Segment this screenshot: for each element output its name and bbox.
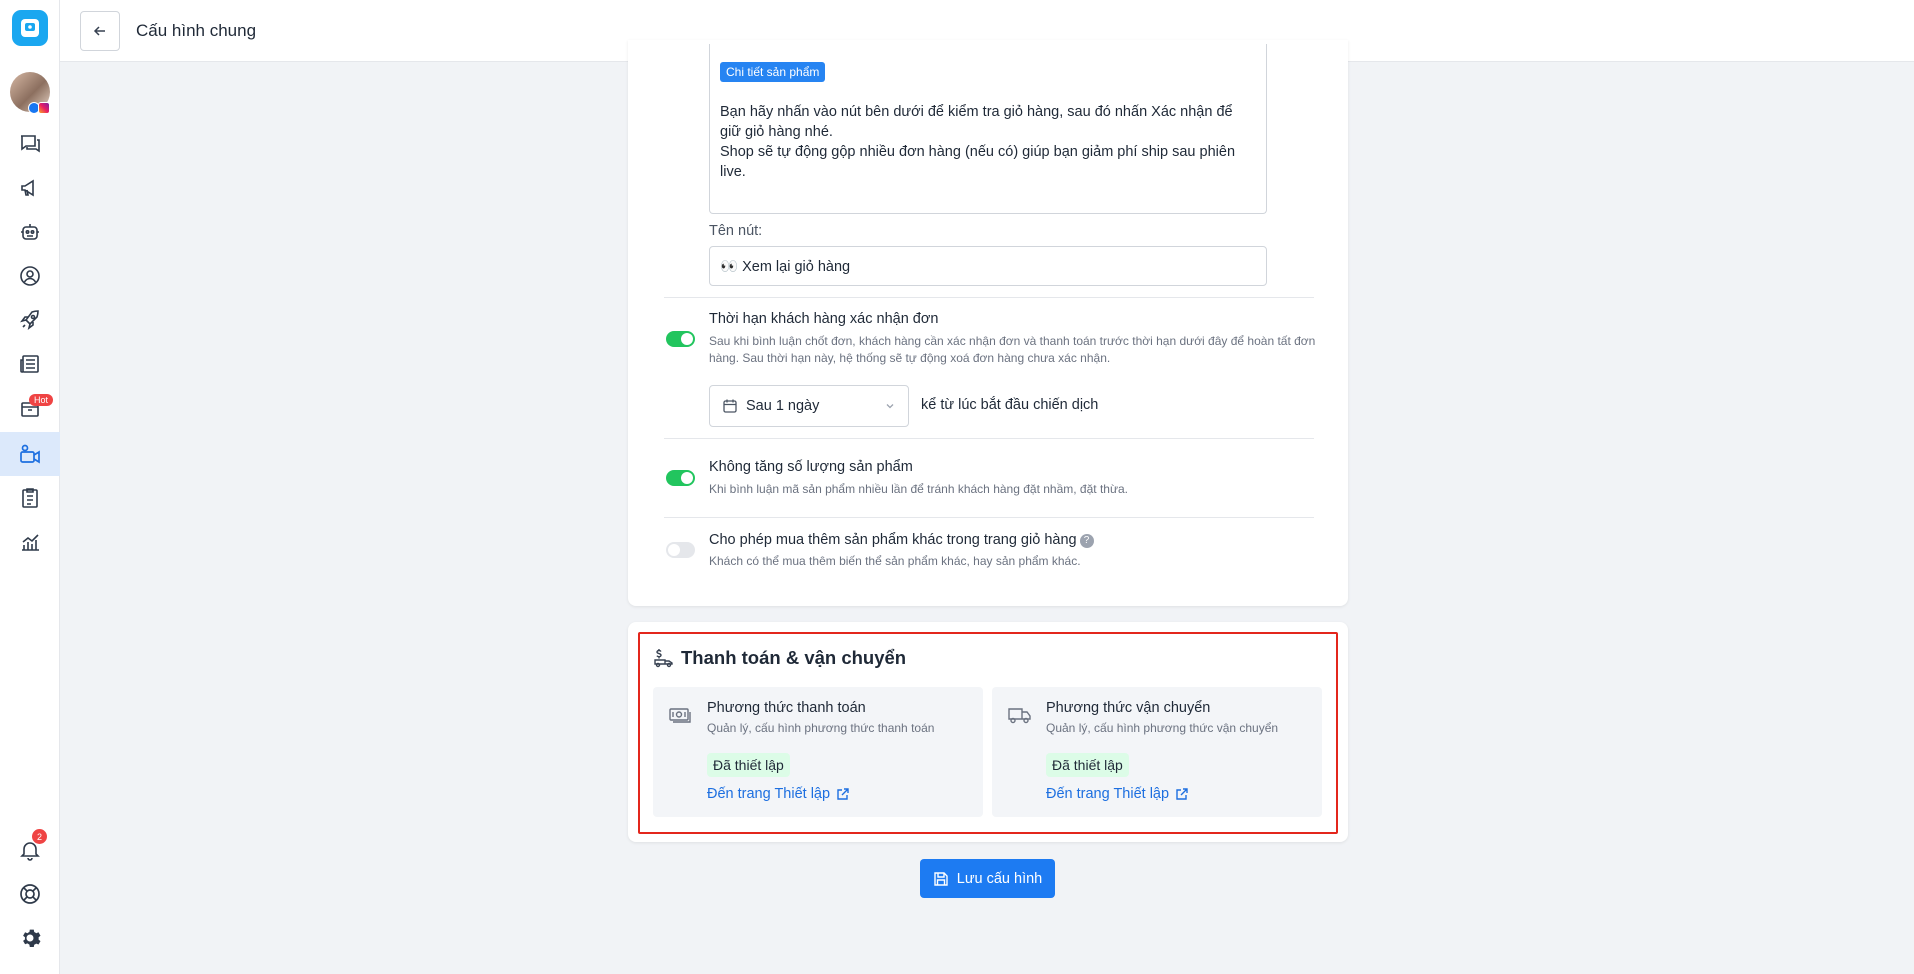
nav-bot[interactable] [0,210,60,254]
chart-icon [22,534,39,551]
payment-desc: Quản lý, cấu hình phương thức thanh toán [707,721,935,735]
arrow-left-icon [93,26,105,36]
payment-method-card: Phương thức thanh toán Quản lý, cấu hình… [653,687,983,817]
button-name-input[interactable]: 👀 Xem lại giỏ hàng [709,246,1267,286]
deadline-select[interactable]: Sau 1 ngày [709,385,909,427]
no-increase-toggle[interactable] [666,470,695,486]
notification-count-badge: 2 [32,829,47,844]
deadline-suffix: kể từ lúc bắt đầu chiến dịch [921,397,1099,413]
nav-broadcast[interactable] [0,166,60,210]
hot-badge: Hot [29,394,54,406]
calendar-icon [723,399,737,413]
allow-more-title-text: Cho phép mua thêm sản phẩm khác trong tr… [709,532,1077,548]
megaphone-icon [21,179,34,197]
nav-growth[interactable] [0,298,60,342]
allow-more-title: Cho phép mua thêm sản phẩm khác trong tr… [709,532,1094,548]
allow-more-desc: Khách có thể mua thêm biến thể sản phẩm … [709,554,1081,568]
nav-reports[interactable] [0,476,60,520]
shipping-link-label: Đến trang Thiết lập [1046,786,1170,802]
no-increase-title: Không tăng số lượng sản phẩm [709,459,913,475]
nav-analytics[interactable] [0,520,60,564]
chat-logo-icon [21,19,39,37]
payment-settings-link[interactable]: Đến trang Thiết lập [707,786,850,802]
save-button[interactable]: Lưu cấu hình [920,859,1055,898]
sidebar: Hot 2 [0,0,60,974]
shipping-title: Phương thức vận chuyển [1046,700,1211,716]
gear-icon [23,929,41,947]
message-line-2: Shop sẽ tự động gộp nhiều đơn hàng (nếu … [720,144,1236,180]
allow-more-toggle[interactable] [666,542,695,558]
user-circle-icon [20,266,40,286]
external-link-icon [837,788,849,800]
clipboard-list-icon [22,488,38,508]
product-detail-tag[interactable]: Chi tiết sản phẩm [720,62,826,82]
divider [664,297,1314,298]
deadline-select-value: Sau 1 ngày [746,398,820,414]
divider [664,517,1314,518]
rocket-icon [20,310,39,330]
nav-orders[interactable] [0,386,60,430]
truck-icon [1008,708,1031,724]
page-title: Cấu hình chung [136,21,257,40]
newspaper-icon [20,355,39,373]
back-button[interactable] [80,11,120,51]
nav-notifications[interactable] [0,828,60,872]
nav-settings[interactable] [0,916,60,960]
robot-icon [21,224,39,240]
nav-conversations[interactable] [0,122,60,166]
cash-icon [669,708,691,723]
shipping-settings-link[interactable]: Đến trang Thiết lập [1046,786,1189,802]
deadline-title: Thời hạn khách hàng xác nhận đơn [709,311,939,327]
nav-posts[interactable] [0,342,60,386]
lifebuoy-icon [20,884,40,904]
shipping-desc: Quản lý, cấu hình phương thức vận chuyển [1046,721,1279,735]
section-title: Thanh toán & vận chuyển [681,647,907,668]
no-increase-desc: Khi bình luận mã sản phẩm nhiều lần để t… [709,482,1128,496]
payment-status-badge: Đã thiết lập [707,753,790,777]
app-logo[interactable] [12,10,48,46]
shipping-method-card: Phương thức vận chuyển Quản lý, cấu hình… [992,687,1322,817]
chevron-down-icon [886,404,894,409]
nav-help[interactable] [0,872,60,916]
chat-icon [21,135,40,153]
deadline-toggle[interactable] [666,331,695,347]
nav-customers[interactable] [0,254,60,298]
nav-livestream[interactable] [0,432,60,476]
instagram-icon [38,102,50,114]
help-icon[interactable]: ? [1079,533,1094,548]
floppy-disk-icon [934,871,948,886]
video-camera-icon [20,444,40,464]
save-button-label: Lưu cấu hình [956,870,1043,887]
button-name-label: Tên nút: [709,223,763,239]
shipping-status-badge: Đã thiết lập [1046,753,1129,777]
deadline-desc: Sau khi bình luận chốt đơn, khách hàng c… [709,334,1316,365]
payment-title: Phương thức thanh toán [707,700,866,716]
external-link-icon [1176,788,1188,800]
message-line-1: Bạn hãy nhấn vào nút bên dưới để kiểm tr… [720,104,1233,140]
divider [664,438,1314,439]
message-text: Bạn hãy nhấn vào nút bên dưới để kiểm tr… [720,102,1252,182]
delivery-truck-icon [654,649,673,668]
payment-link-label: Đến trang Thiết lập [707,786,831,802]
